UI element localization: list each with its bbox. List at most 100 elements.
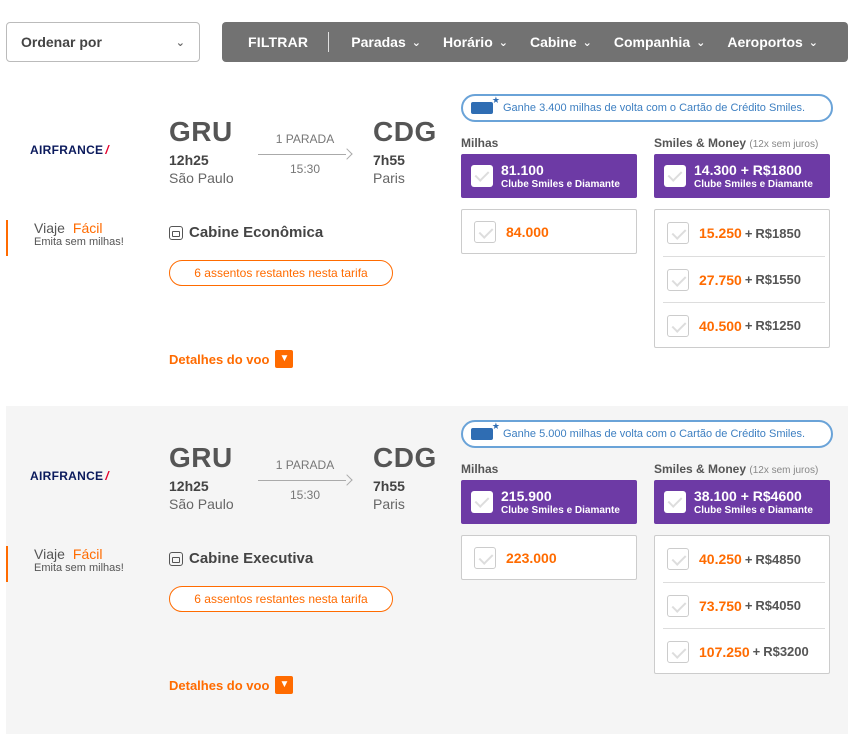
money-option-miles: 15.250 [699,225,742,241]
money-option-brl: R$1250 [755,318,801,333]
checkbox[interactable] [667,222,689,244]
seats-left-badge: 6 assentos restantes nesta tarifa [169,586,393,612]
stops-label: 1 PARADA [275,458,335,472]
origin-code: GRU [169,116,233,147]
checkbox[interactable] [664,165,686,187]
cabin-label: Cabine Econômica [189,224,324,241]
viaje-subtitle: Emita sem milhas! [34,562,124,574]
viaje-label: Viaje [34,546,65,562]
money-header: Smiles & Money (12x sem juros) [654,462,818,476]
filter-bar: FILTRAR Paradas ⌄ Horário ⌄ Cabine ⌄ Compan… [222,22,848,62]
club-money-option[interactable]: 14.300 + R$1800 Clube Smiles e Diamante [654,154,830,198]
airfrance-slash-icon: / [105,143,110,157]
order-by-label: Ordenar por [21,34,102,50]
checkbox[interactable] [667,268,689,291]
destination: CDG 7h55 Paris [373,442,437,512]
credit-card-icon [471,95,500,114]
filter-airports-label: Aeroportos [727,34,803,50]
money-option[interactable]: 73.750 + R$4050 [663,582,825,628]
club-label: Clube Smiles e Diamante [694,179,813,190]
plus-sign: + [744,318,753,333]
money-header-note: (12x sem juros) [749,465,819,476]
plus-sign: + [744,225,753,241]
flight-card: AIRFRANCE / Viaje Fácil Emita sem milhas! … [6,406,848,734]
flight-details-link[interactable]: Detalhes do voo ▼ [169,676,294,694]
chevron-down-icon: ⌄ [808,36,818,49]
plus-sign: + [744,551,753,567]
money-header-label: Smiles & Money [654,136,747,150]
order-by-select[interactable]: Ordenar por ⌄ [6,22,200,62]
destination: CDG 7h55 Paris [373,116,437,186]
flight-details-link[interactable]: Detalhes do voo ▼ [169,350,294,368]
miles-option[interactable]: 223.000 [461,535,637,580]
arrow-right-icon [258,474,352,486]
money-option-brl: R$4850 [755,551,801,567]
checkbox[interactable] [664,491,686,513]
checkbox[interactable] [471,165,493,187]
money-option[interactable]: 40.500 + R$1250 [663,302,825,348]
promo-banner[interactable]: Ganhe 3.400 milhas de volta com o Cartão… [461,94,833,122]
filter-airline[interactable]: Companhia ⌄ [614,34,705,50]
club-money-value: 38.100 + R$4600 [694,488,802,504]
airline-logo: AIRFRANCE / [30,143,109,157]
money-option-miles: 27.750 [699,271,742,288]
money-option[interactable]: 27.750 + R$1550 [663,256,825,302]
checkbox[interactable] [667,594,689,617]
money-option[interactable]: 40.250 + R$4850 [655,536,825,582]
credit-card-icon [471,421,500,440]
filter-time-label: Horário [442,34,493,50]
destination-code: CDG [373,442,437,473]
arrival-time: 7h55 [373,478,405,494]
airline-name: AIRFRANCE [30,143,104,157]
club-miles-option[interactable]: 215.900 Clube Smiles e Diamante [461,480,637,524]
miles-option[interactable]: 84.000 [461,209,637,254]
money-header-label: Smiles & Money [654,462,747,476]
checkbox[interactable] [474,220,496,243]
money-option-brl: R$1850 [755,225,801,241]
money-option[interactable]: 107.250 + R$3200 [663,628,825,674]
money-option-miles: 73.750 [699,597,742,614]
destination-code: CDG [373,116,437,147]
filter-stops[interactable]: Paradas ⌄ [351,34,421,50]
money-option-miles: 40.500 [699,317,742,334]
promo-text: Ganhe 3.400 milhas de volta com o Cartão… [503,102,806,114]
money-option[interactable]: 15.250 + R$1850 [655,210,825,256]
filter-time[interactable]: Horário ⌄ [443,34,508,50]
checkbox[interactable] [667,548,689,570]
club-label: Clube Smiles e Diamante [501,505,620,516]
viaje-subtitle: Emita sem milhas! [34,236,124,248]
club-miles-value: 81.100 [501,162,544,178]
destination-city: Paris [373,170,405,186]
cabin-info: Cabine Executiva [169,550,313,567]
arrow-right-icon [258,148,352,160]
club-miles-option[interactable]: 81.100 Clube Smiles e Diamante [461,154,637,198]
seats-left-badge: 6 assentos restantes nesta tarifa [169,260,393,286]
club-money-option[interactable]: 38.100 + R$4600 Clube Smiles e Diamante [654,480,830,524]
departure-time: 12h25 [169,152,209,168]
chevron-down-icon: ⌄ [582,36,592,49]
checkbox[interactable] [667,314,689,337]
filter-airports[interactable]: Aeroportos ⌄ [727,34,818,50]
chevron-down-icon: ▼ [275,350,294,368]
checkbox[interactable] [667,640,689,663]
origin: GRU 12h25 São Paulo [169,116,234,186]
destination-city: Paris [373,496,405,512]
cabin-label: Cabine Executiva [189,550,314,567]
promo-banner[interactable]: Ganhe 5.000 milhas de volta com o Cartão… [461,420,833,448]
checkbox[interactable] [471,491,493,513]
filter-cabin[interactable]: Cabine ⌄ [530,34,592,50]
checkbox[interactable] [474,546,496,569]
airline-logo: AIRFRANCE / [30,469,109,483]
miles-option-value: 84.000 [506,223,549,240]
viaje-facil-badge: Viaje Fácil Emita sem milhas! [6,220,124,256]
chevron-down-icon: ⌄ [696,36,706,49]
seat-icon [169,225,183,240]
filter-button[interactable]: FILTRAR [222,32,330,52]
miles-option-value: 223.000 [506,549,557,566]
plus-sign: + [752,644,761,659]
miles-header: Milhas [461,136,499,150]
viaje-facil-badge: Viaje Fácil Emita sem milhas! [6,546,124,582]
arrival-time: 7h55 [373,152,405,168]
club-label: Clube Smiles e Diamante [694,505,813,516]
plus-sign: + [744,272,753,287]
